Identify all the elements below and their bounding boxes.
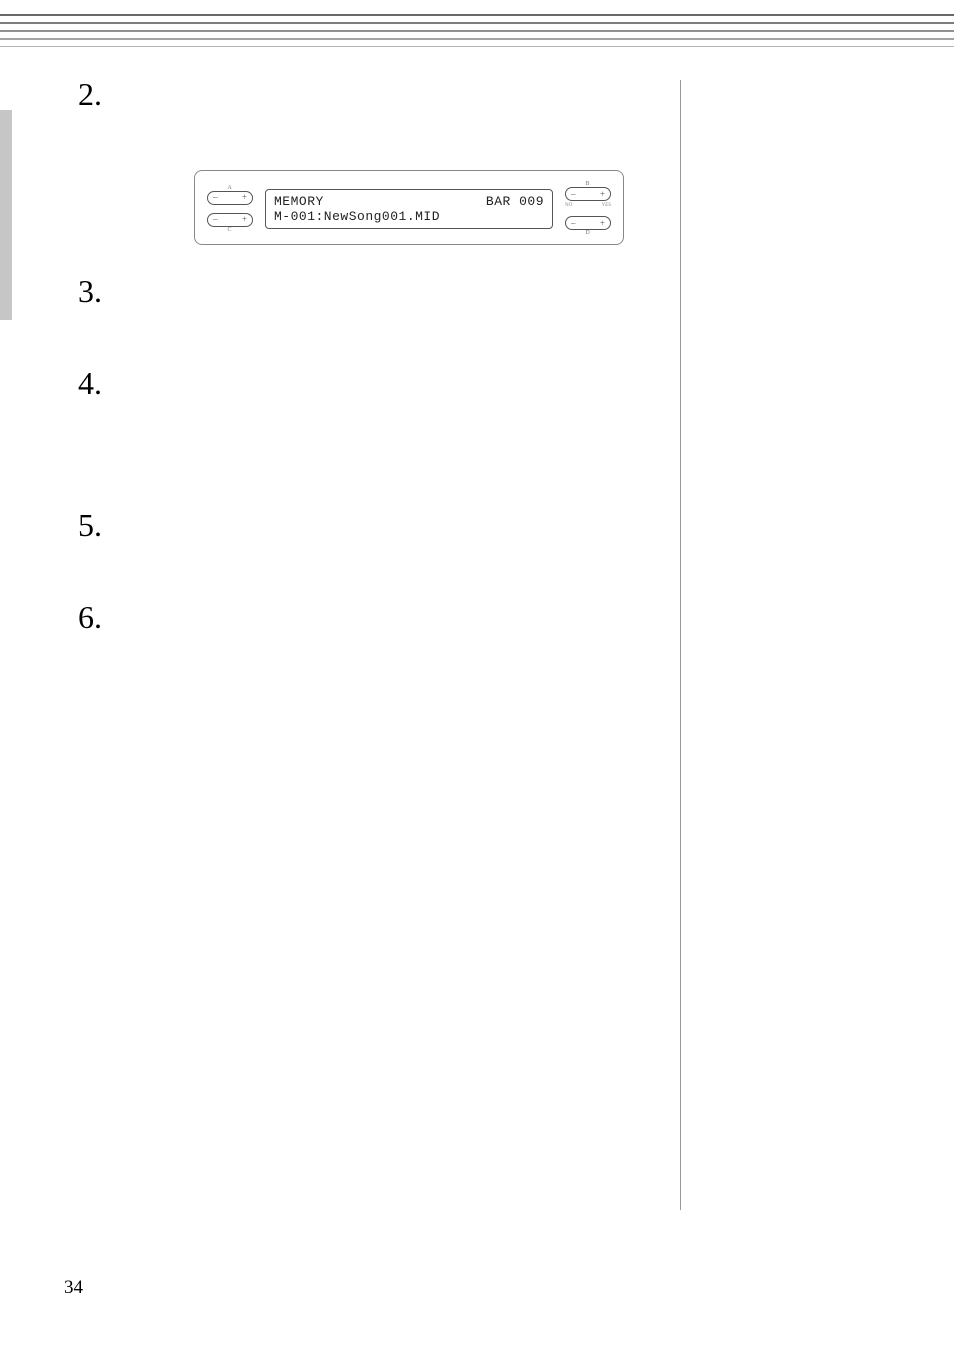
group-label-d: D xyxy=(565,230,611,236)
button-pair-b: – + xyxy=(565,187,611,201)
page-header-lines xyxy=(0,14,954,53)
plus-icon: + xyxy=(242,215,247,224)
lcd-bar-counter: BAR 009 xyxy=(486,194,544,209)
side-tab xyxy=(0,110,12,320)
yes-label: YES xyxy=(602,203,611,208)
button-pair-a: – + xyxy=(207,191,253,205)
minus-icon: – xyxy=(571,190,576,199)
main-content: 2. A – + xyxy=(78,78,638,673)
lcd-memory-label: MEMORY xyxy=(274,194,324,209)
lcd-panel-diagram: A – + – + C xyxy=(194,170,624,245)
plus-icon: + xyxy=(242,193,247,202)
button-pair-d: – + xyxy=(565,216,611,230)
step-number: 6. xyxy=(78,601,114,633)
minus-icon: – xyxy=(571,219,576,228)
step-number: 3. xyxy=(78,275,114,307)
lcd-screen: MEMORY BAR 009 M-001:NewSong001.MID xyxy=(265,189,553,229)
vertical-divider xyxy=(680,80,681,1210)
minus-icon: – xyxy=(213,215,218,224)
plus-icon: + xyxy=(600,190,605,199)
no-label: NO xyxy=(565,203,572,208)
plus-icon: + xyxy=(600,219,605,228)
page-number: 34 xyxy=(64,1277,83,1299)
step-number: 5. xyxy=(78,509,114,541)
minus-icon: – xyxy=(213,193,218,202)
button-pair-c: – + xyxy=(207,213,253,227)
lcd-song-name: M-001:NewSong001.MID xyxy=(274,209,544,224)
group-label-a: A xyxy=(207,185,253,191)
group-label-c: C xyxy=(207,227,253,233)
step-number: 4. xyxy=(78,367,114,399)
step-number: 2. xyxy=(78,78,114,110)
